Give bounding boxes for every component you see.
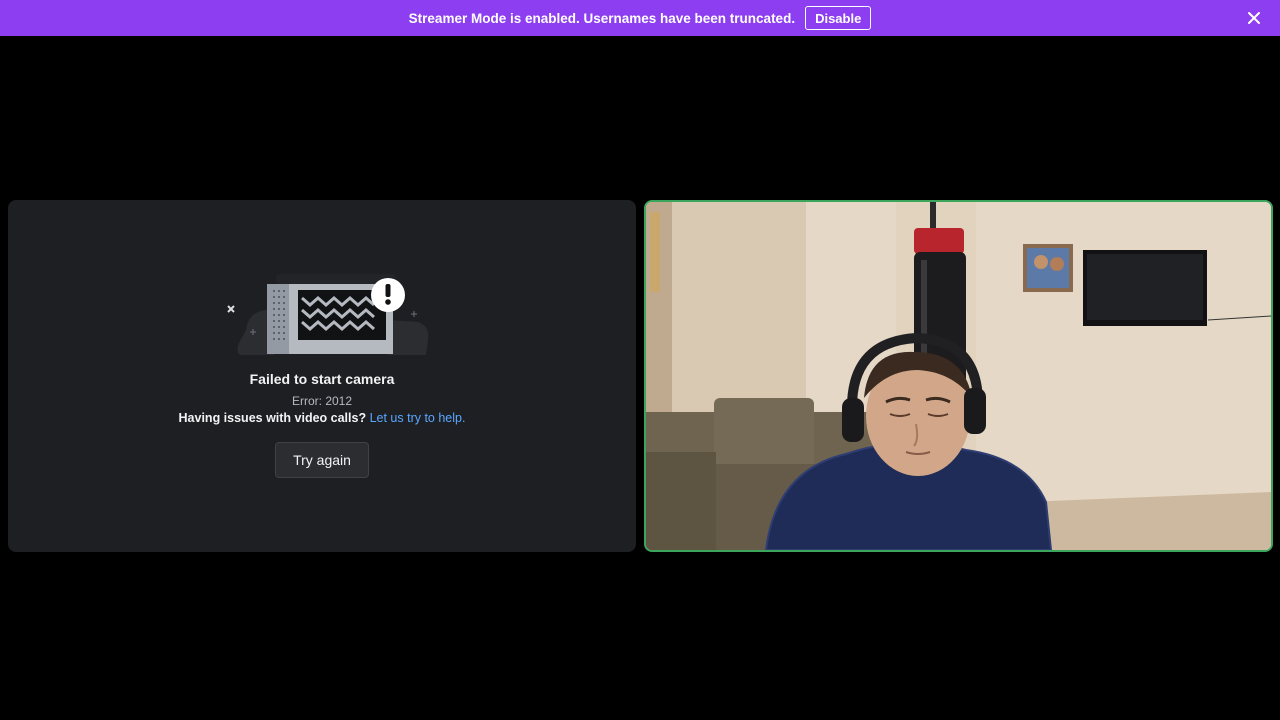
camera-video-feed xyxy=(646,202,1271,550)
camera-error-tile: Failed to start camera Error: 2012 Havin… xyxy=(8,200,636,552)
error-title: Failed to start camera xyxy=(249,371,395,387)
try-again-button[interactable]: Try again xyxy=(275,442,369,478)
streamer-mode-banner: Streamer Mode is enabled. Usernames have… xyxy=(0,0,1280,36)
disable-streamer-mode-button[interactable]: Disable xyxy=(805,6,872,30)
error-code: Error: 2012 xyxy=(291,394,353,408)
camera-error-illustration xyxy=(227,274,429,355)
video-feed-tile[interactable] xyxy=(644,200,1273,552)
close-icon[interactable] xyxy=(1246,10,1262,26)
help-link[interactable]: Let us try to help. xyxy=(370,411,466,425)
help-text: Having issues with video calls? Let us t… xyxy=(8,411,636,425)
banner-message: Streamer Mode is enabled. Usernames have… xyxy=(408,10,796,26)
help-question: Having issues with video calls? xyxy=(178,411,367,425)
